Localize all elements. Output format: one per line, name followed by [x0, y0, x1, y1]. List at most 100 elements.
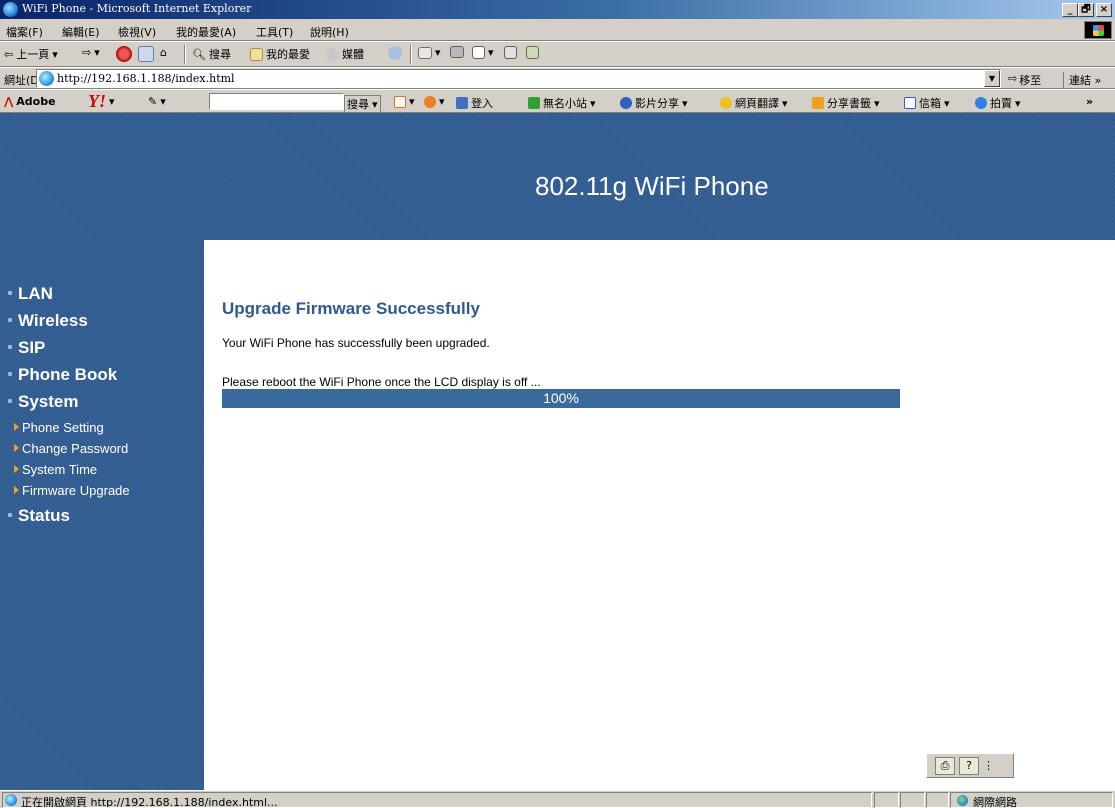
- minimize-button[interactable]: _: [1062, 3, 1078, 17]
- menu-file[interactable]: 檔案(F): [6, 24, 43, 40]
- chevron-down-icon[interactable]: ▼: [984, 70, 1000, 87]
- progress-label: 100%: [543, 390, 579, 406]
- web-page: 802.11g WiFi Phone LAN Wireless SIP Phon…: [0, 113, 1115, 790]
- print-icon[interactable]: ⎙: [935, 756, 955, 775]
- video-button[interactable]: 影片分享 ▾: [620, 95, 688, 111]
- favorites-label: 我的最愛: [266, 48, 310, 61]
- translate-button[interactable]: 網頁翻譯 ▾: [720, 95, 788, 111]
- status-cell: [900, 792, 925, 808]
- nav-system[interactable]: System: [7, 392, 78, 412]
- loading-page-icon: [5, 794, 17, 806]
- nav-wireless[interactable]: Wireless: [8, 311, 88, 331]
- media-button[interactable]: 媒體: [326, 46, 364, 62]
- close-button[interactable]: ×: [1096, 3, 1112, 17]
- favorites-button[interactable]: 我的最愛: [250, 46, 310, 62]
- search-button[interactable]: 🔍︎ 搜尋: [192, 46, 231, 62]
- page-icon: [39, 71, 54, 86]
- refresh-icon: [138, 46, 154, 62]
- page-tools-bar: ⎙ ? ⋮: [926, 753, 1014, 778]
- window-icon-button[interactable]: ▾: [394, 95, 415, 108]
- address-url: http://192.168.1.188/index.html: [57, 72, 235, 85]
- status-cell: [874, 792, 899, 808]
- links-button[interactable]: 連結 »: [1063, 72, 1101, 88]
- pencil-icon: ✎: [148, 95, 158, 108]
- discuss-button[interactable]: [504, 46, 517, 59]
- compass-button[interactable]: ▾: [424, 95, 445, 108]
- nav-status[interactable]: Status: [8, 506, 70, 526]
- yahoo-logo-button[interactable]: Y! ▾: [88, 91, 115, 112]
- nav-change-password[interactable]: Change Password: [13, 441, 128, 456]
- standard-toolbar: ⇦ 上一頁 ▾ ⇨ ▾ ⌂ 🔍︎ 搜尋 我的最愛 媒體 ▾ ▾: [0, 41, 1115, 67]
- chevron-down-icon: ▾: [94, 46, 100, 59]
- header-banner: 802.11g WiFi Phone: [0, 113, 1115, 240]
- stop-button[interactable]: [116, 46, 132, 62]
- menu-view[interactable]: 檢視(V): [118, 24, 156, 40]
- forward-button[interactable]: ⇨ ▾: [82, 46, 100, 59]
- back-button[interactable]: ⇦ 上一頁 ▾: [4, 46, 58, 62]
- print-icon: [450, 46, 464, 58]
- auction-button[interactable]: 拍賣 ▾: [975, 95, 1021, 111]
- nav-phone-book[interactable]: Phone Book: [7, 365, 117, 385]
- history-icon: [388, 46, 402, 60]
- more-chevron-icon[interactable]: »: [1086, 95, 1093, 108]
- search-icon: 🔍︎: [192, 47, 206, 61]
- chevron-down-icon: ▾: [874, 96, 880, 110]
- chevron-down-icon: ▾: [944, 96, 950, 110]
- menu-edit[interactable]: 編輯(E): [62, 24, 100, 40]
- windows-logo-icon: [1084, 21, 1112, 39]
- menu-tools[interactable]: 工具(T): [256, 24, 293, 40]
- wretch-button[interactable]: 無名小站 ▾: [528, 95, 596, 111]
- chevron-down-icon: ▾: [488, 46, 494, 59]
- print-button[interactable]: [450, 46, 464, 58]
- toolbar-separator: [184, 45, 186, 64]
- chevron-down-icon: ▾: [52, 47, 58, 61]
- chevron-down-icon: ▾: [409, 95, 415, 108]
- chevron-down-icon: ▾: [160, 95, 166, 108]
- video-label: 影片分享: [635, 97, 679, 110]
- messenger-button[interactable]: [526, 46, 539, 59]
- go-button[interactable]: ⇨ 移至: [1008, 72, 1041, 88]
- nav-firmware-upgrade[interactable]: Firmware Upgrade: [14, 483, 130, 498]
- search-label: 搜尋: [347, 98, 369, 111]
- login-button[interactable]: 登入: [456, 95, 493, 111]
- compass-icon: [424, 95, 436, 108]
- bookmark-icon: [812, 97, 824, 109]
- address-bar: 網址(D) http://192.168.1.188/index.html ▼ …: [0, 67, 1115, 89]
- sidebar: LAN Wireless SIP Phone Book System Phone…: [0, 240, 204, 790]
- status-message: 正在開啟網頁 http://192.168.1.188/index.html..…: [2, 792, 872, 808]
- chevron-down-icon: ▾: [1015, 96, 1021, 110]
- more-icon[interactable]: ⋮: [983, 759, 994, 772]
- banner-title: 802.11g WiFi Phone: [535, 171, 769, 201]
- chevron-down-icon: ▾: [439, 95, 445, 108]
- nav-sip[interactable]: SIP: [7, 338, 45, 358]
- history-button[interactable]: [388, 46, 402, 60]
- menu-favorites[interactable]: 我的最愛(A): [176, 24, 236, 40]
- reboot-note: Please reboot the WiFi Phone once the LC…: [222, 375, 541, 389]
- mail-button[interactable]: ▾: [418, 46, 441, 59]
- refresh-button[interactable]: [138, 46, 154, 62]
- content-corner: [204, 240, 244, 280]
- highlighter-button[interactable]: ✎ ▾: [148, 95, 166, 108]
- mail-label: 信箱: [919, 97, 941, 110]
- bookmark-label: 分享書籤: [827, 97, 871, 110]
- login-icon: [456, 97, 468, 109]
- forward-arrow-icon: ⇨: [82, 46, 92, 59]
- toolbar-separator: [410, 45, 412, 64]
- adobe-button[interactable]: ⋀ Adobe: [4, 95, 56, 108]
- edit-button[interactable]: ▾: [472, 46, 494, 59]
- nav-system-time[interactable]: System Time: [13, 462, 97, 477]
- home-button[interactable]: ⌂: [160, 46, 167, 59]
- bookmark-button[interactable]: 分享書籤 ▾: [812, 95, 880, 111]
- mail-button[interactable]: 信箱 ▾: [904, 95, 950, 111]
- menu-help[interactable]: 說明(H): [310, 24, 349, 40]
- translate-label: 網頁翻譯: [735, 97, 779, 110]
- nav-phone-setting[interactable]: Phone Setting: [14, 420, 104, 435]
- address-input[interactable]: http://192.168.1.188/index.html ▼: [36, 69, 1001, 88]
- chevron-down-icon: ▾: [590, 96, 596, 110]
- nav-lan[interactable]: LAN: [8, 284, 53, 304]
- back-label: 上一頁: [16, 48, 50, 61]
- maximize-button[interactable]: 🗗: [1078, 3, 1094, 17]
- yahoo-search-button[interactable]: 搜尋 ▾: [344, 95, 381, 113]
- yahoo-search-input[interactable]: [209, 93, 344, 110]
- help-icon[interactable]: ?: [959, 756, 979, 775]
